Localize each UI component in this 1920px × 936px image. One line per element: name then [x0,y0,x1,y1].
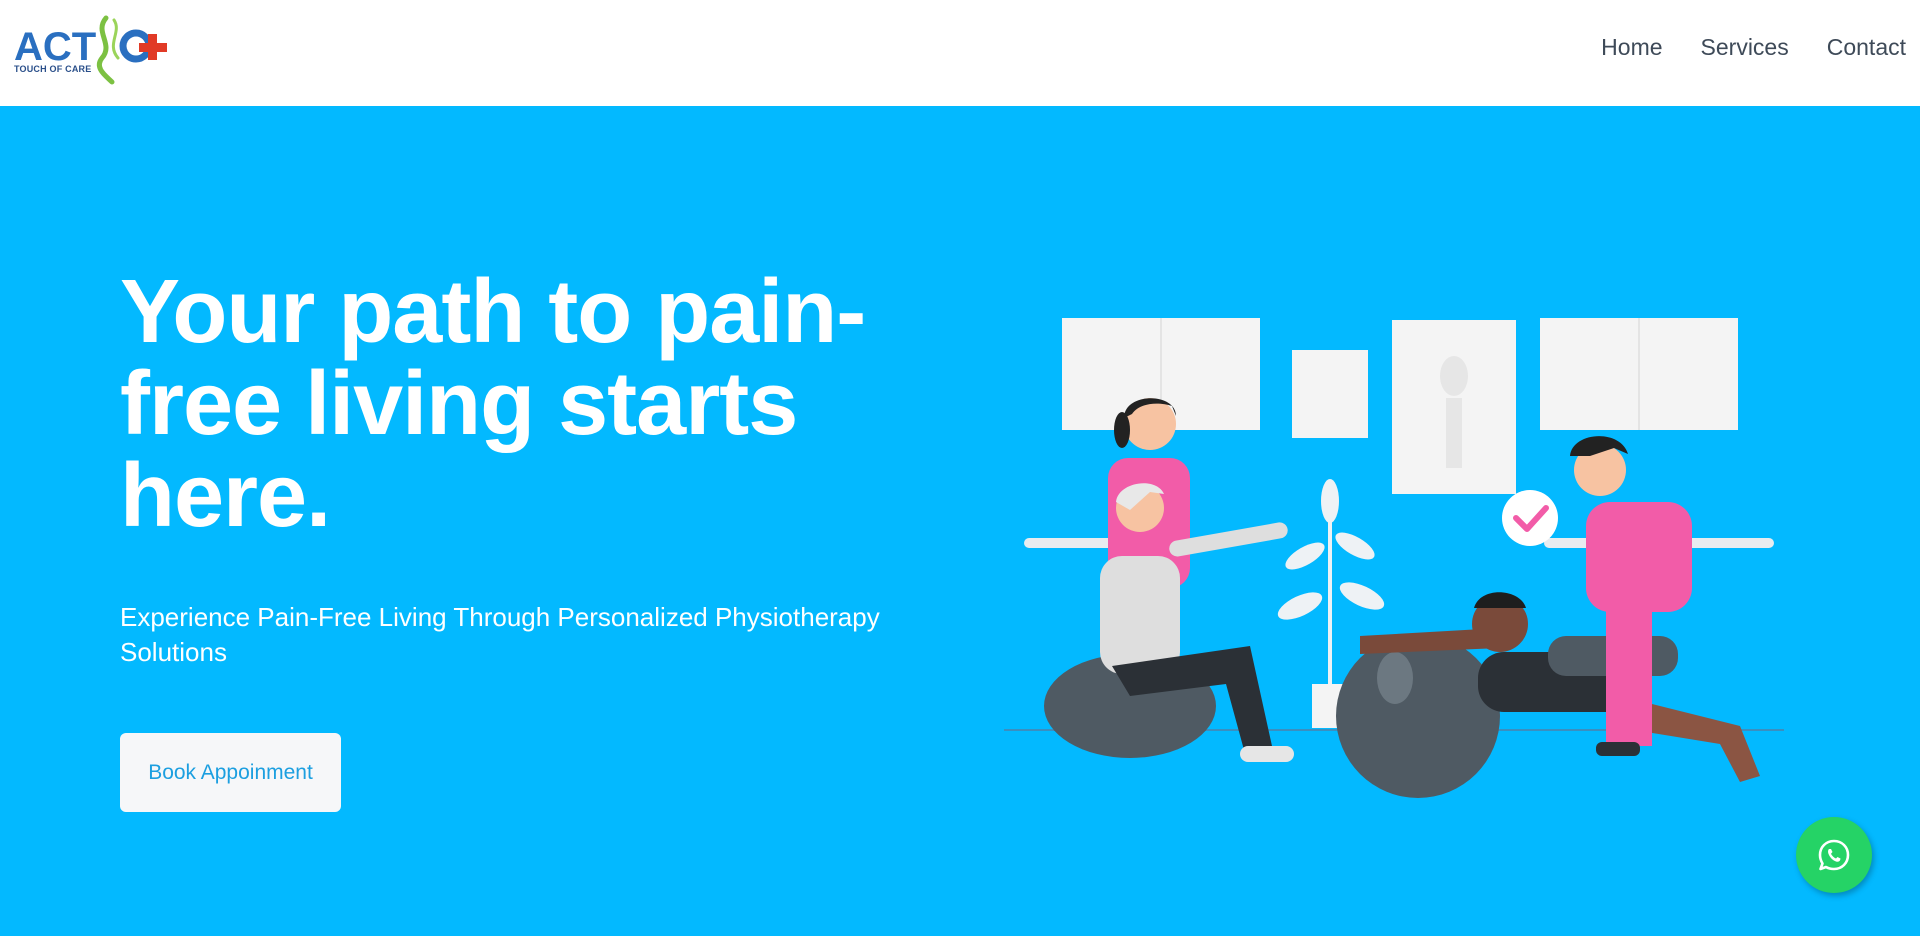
knee-xray-chart [1292,350,1368,438]
site-header: ACT TOUCH OF CARE Home Services Contact [0,0,1920,106]
physiotherapy-illustration [1004,318,1784,798]
hero-subtitle: Experience Pain-Free Living Through Pers… [120,602,880,667]
svg-text:ACT: ACT [14,25,96,69]
nav-home[interactable]: Home [1601,34,1662,61]
whatsapp-chat-button[interactable] [1796,817,1872,893]
logo-tagline: TOUCH OF CARE [14,64,92,74]
hero-section: Your path to pain-free living starts her… [0,106,1920,936]
hero-headline: Your path to pain-free living starts her… [120,262,866,546]
whatsapp-icon [1818,839,1850,871]
book-appointment-button[interactable]: Book Appoinment [120,733,341,812]
checkmark-badge [1502,490,1558,546]
kneeling-patient-figure [1336,592,1760,798]
nav-contact[interactable]: Contact [1827,34,1906,61]
exercise-ball-right [1336,634,1500,798]
logo-mark: ACT [14,15,167,85]
nav-services[interactable]: Services [1701,34,1789,61]
brand-logo[interactable]: ACT TOUCH OF CARE [14,14,180,86]
main-nav: Home Services Contact [1601,34,1906,61]
